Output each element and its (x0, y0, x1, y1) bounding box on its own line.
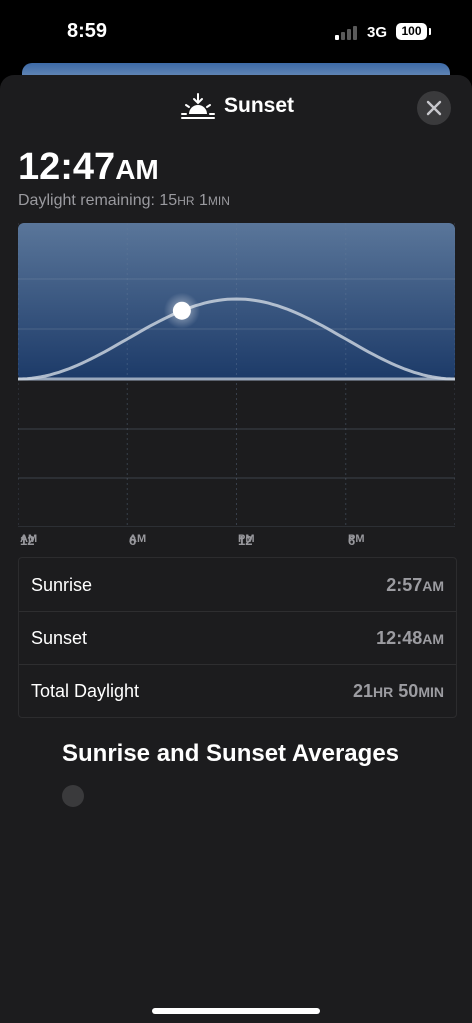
total-daylight-label: Total Daylight (31, 681, 140, 701)
home-indicator[interactable] (152, 1008, 320, 1014)
sunset-icon (181, 93, 215, 119)
sun-path-chart[interactable] (18, 223, 455, 527)
table-row: Sunset 12:48AM (19, 611, 456, 665)
network-label: 3G (367, 24, 388, 41)
sky-region (18, 223, 455, 380)
status-time: 8:59 (67, 20, 108, 42)
daylight-minutes: 1 (199, 192, 208, 209)
signal-icon (335, 26, 361, 40)
sun-times-table: Sunrise 2:57AM Sunset 12:48AM Total Dayl… (18, 557, 457, 718)
sunrise-value: 2:57AM (386, 575, 444, 595)
daylight-hours: 15 (159, 192, 178, 209)
daylight-minutes-unit: MIN (207, 194, 230, 208)
battery-tip (429, 28, 431, 35)
table-row: Total Daylight 21HR 50MIN (19, 664, 456, 717)
battery-icon: 100 (396, 23, 427, 40)
current-time: 12:47AM (18, 146, 159, 189)
sunrise-label: Sunrise (31, 575, 93, 595)
current-time-ampm: AM (115, 154, 159, 185)
total-daylight-value: 21HR 50MIN (353, 681, 444, 701)
sunset-value: 12:48AM (376, 628, 444, 648)
table-row: Sunrise 2:57AM (19, 558, 456, 612)
sunset-label: Sunset (31, 628, 88, 648)
daylight-remaining: Daylight remaining: 15HR 1MIN (18, 192, 230, 210)
close-icon (426, 100, 442, 116)
chart-x-labels: 12 AM 6 AM 12 PM 6 PM (20, 533, 365, 548)
sheet-title: Sunset (224, 94, 295, 117)
averages-title: Sunrise and Sunset Averages (62, 740, 400, 767)
current-time-value: 12:47 (18, 146, 116, 188)
averages-loading-indicator (62, 785, 84, 807)
close-button[interactable] (417, 91, 451, 125)
sun-path-svg (18, 223, 455, 527)
daylight-hours-unit: HR (177, 194, 195, 208)
daylight-remaining-label: Daylight remaining: (18, 192, 160, 209)
status-bar: 8:59 3G 100 (0, 0, 472, 62)
current-sun-marker (172, 301, 191, 320)
